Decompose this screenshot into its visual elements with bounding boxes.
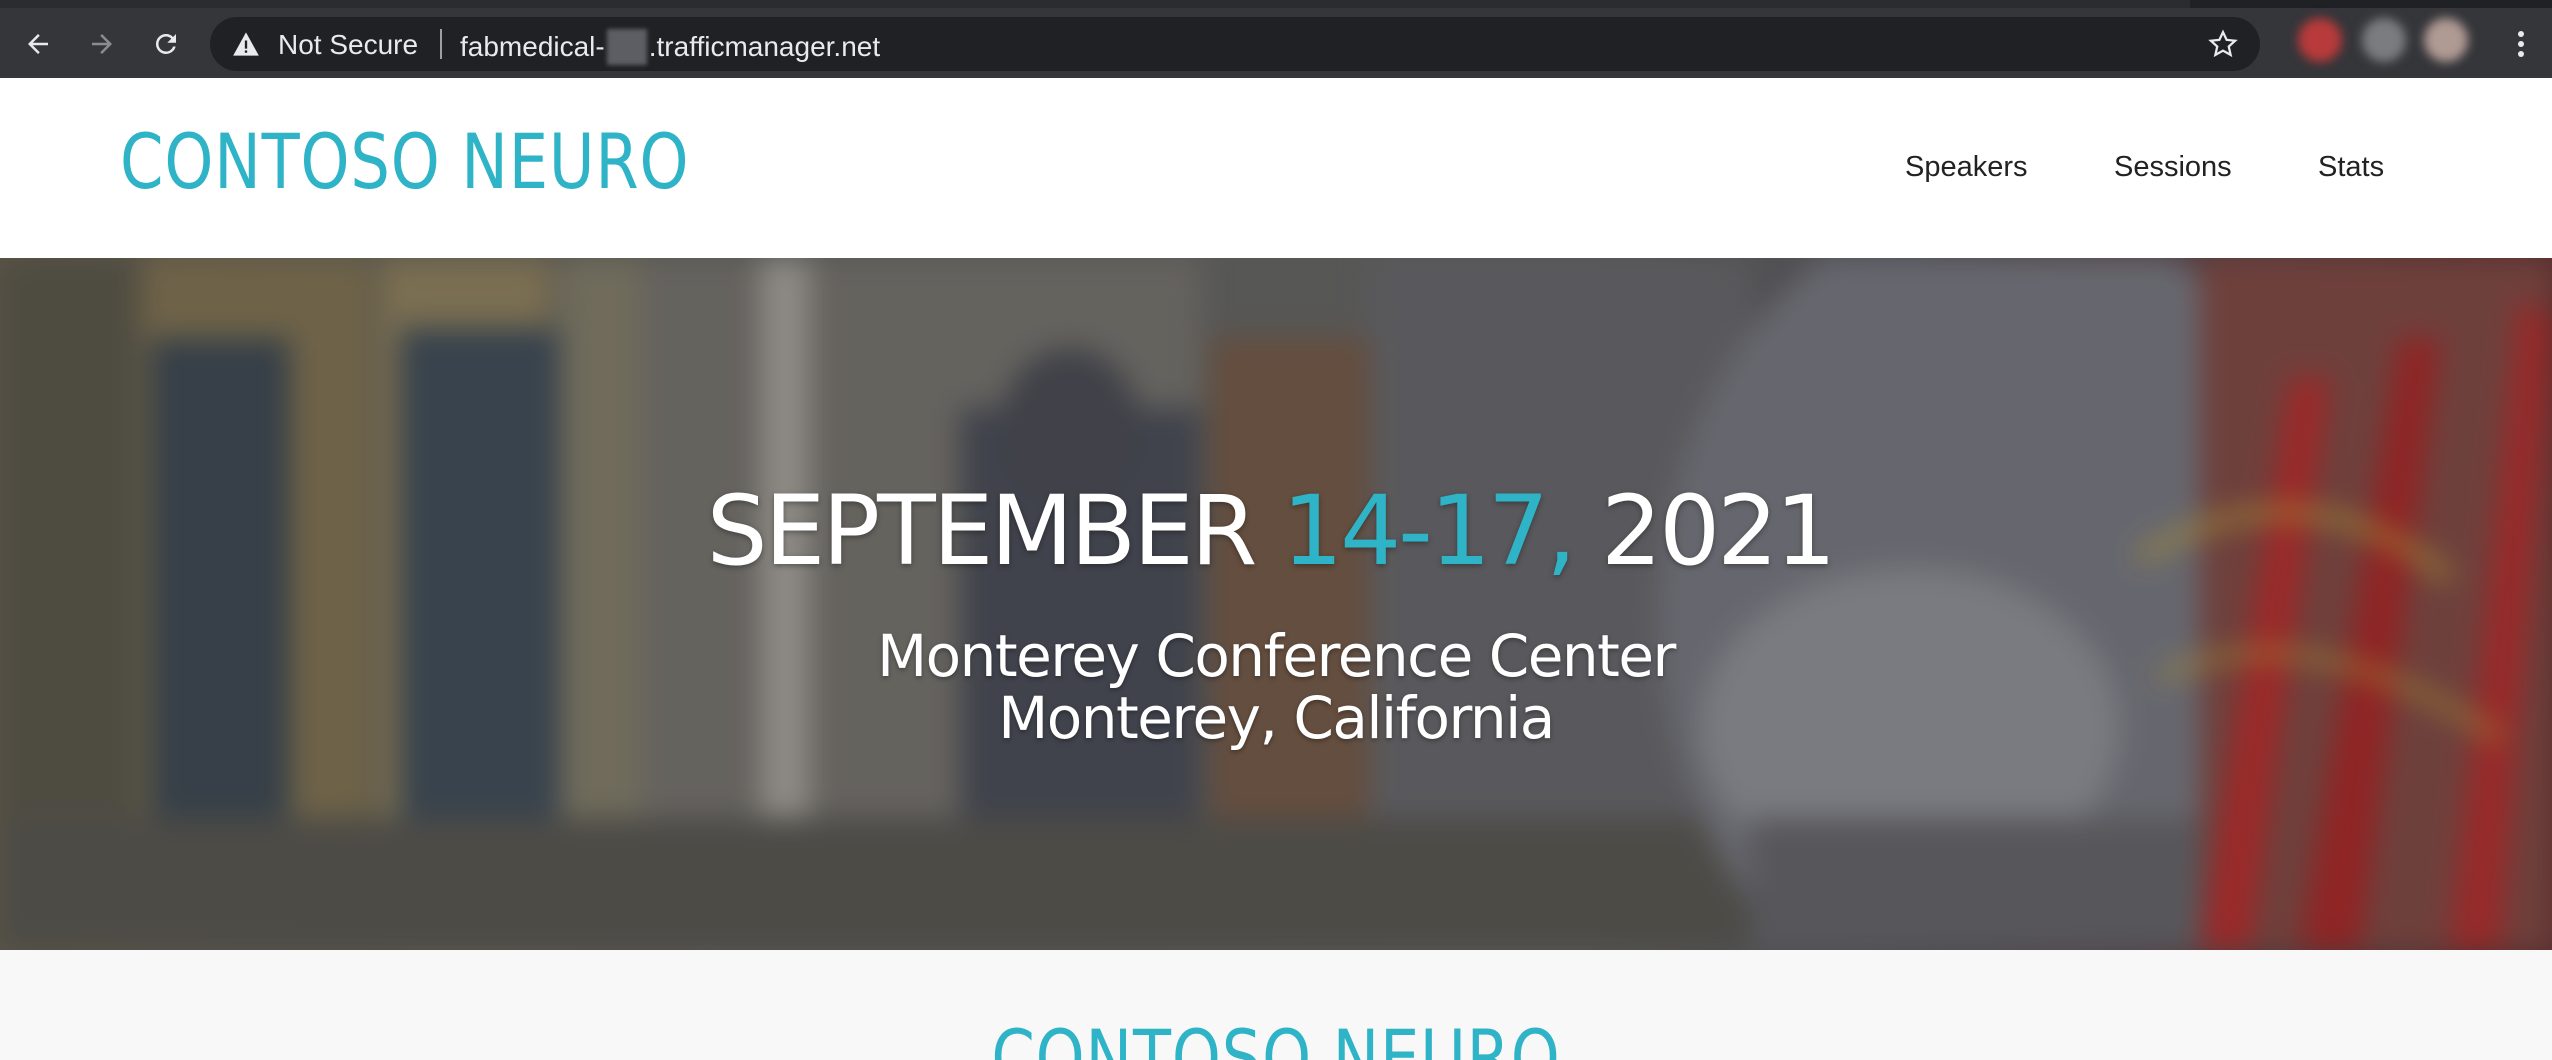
- reload-icon: [155, 33, 176, 54]
- tab-strip: [0, 0, 2552, 8]
- forward-button[interactable]: [80, 22, 124, 66]
- event-date-days: 14-17,: [1282, 475, 1576, 587]
- url-suffix: .trafficmanager.net: [648, 31, 881, 62]
- hero-banner: SEPTEMBER 14-17, 2021 Monterey Conferenc…: [0, 258, 2552, 950]
- site-header: CONTOSO NEURO Speakers Sessions Stats: [0, 78, 2552, 258]
- intro-section: CONTOSO NEURO: [0, 950, 2552, 1060]
- back-button[interactable]: [16, 22, 60, 66]
- forward-arrow-icon: [92, 34, 112, 54]
- omnibox-divider: [440, 29, 442, 59]
- nav-speakers[interactable]: Speakers: [1905, 150, 2028, 184]
- nav-sessions[interactable]: Sessions: [2114, 150, 2232, 184]
- url-text[interactable]: fabmedical- .trafficmanager.net: [460, 29, 880, 65]
- active-tab-edge[interactable]: [0, 0, 2190, 8]
- address-bar[interactable]: Not Secure fabmedical- .trafficmanager.n…: [210, 17, 2260, 71]
- warning-icon[interactable]: [232, 31, 260, 57]
- site-logo[interactable]: CONTOSO NEURO: [120, 122, 689, 202]
- hero-overlay: [0, 258, 2552, 950]
- event-date-year: 2021: [1573, 475, 1836, 587]
- security-status-label[interactable]: Not Secure: [278, 29, 418, 61]
- extension-icon-red[interactable]: [2298, 18, 2342, 62]
- back-arrow-icon: [28, 34, 48, 54]
- extension-icon-gray[interactable]: [2362, 18, 2406, 62]
- event-date: SEPTEMBER 14-17, 2021: [0, 476, 2546, 586]
- redacted-url-segment: [606, 29, 647, 65]
- star-icon[interactable]: [2208, 29, 2238, 59]
- event-date-month: SEPTEMBER: [706, 475, 1283, 587]
- nav-stats[interactable]: Stats: [2318, 150, 2384, 184]
- section-title: CONTOSO NEURO: [991, 1013, 1561, 1060]
- event-venue: Monterey Conference Center: [877, 622, 1676, 690]
- browser-toolbar: Not Secure fabmedical- .trafficmanager.n…: [0, 0, 2552, 78]
- url-prefix: fabmedical-: [460, 31, 605, 62]
- reload-button[interactable]: [144, 22, 188, 66]
- event-city: Monterey, California: [998, 684, 1555, 752]
- profile-avatar[interactable]: [2424, 18, 2468, 62]
- menu-dots-icon[interactable]: [2506, 22, 2536, 66]
